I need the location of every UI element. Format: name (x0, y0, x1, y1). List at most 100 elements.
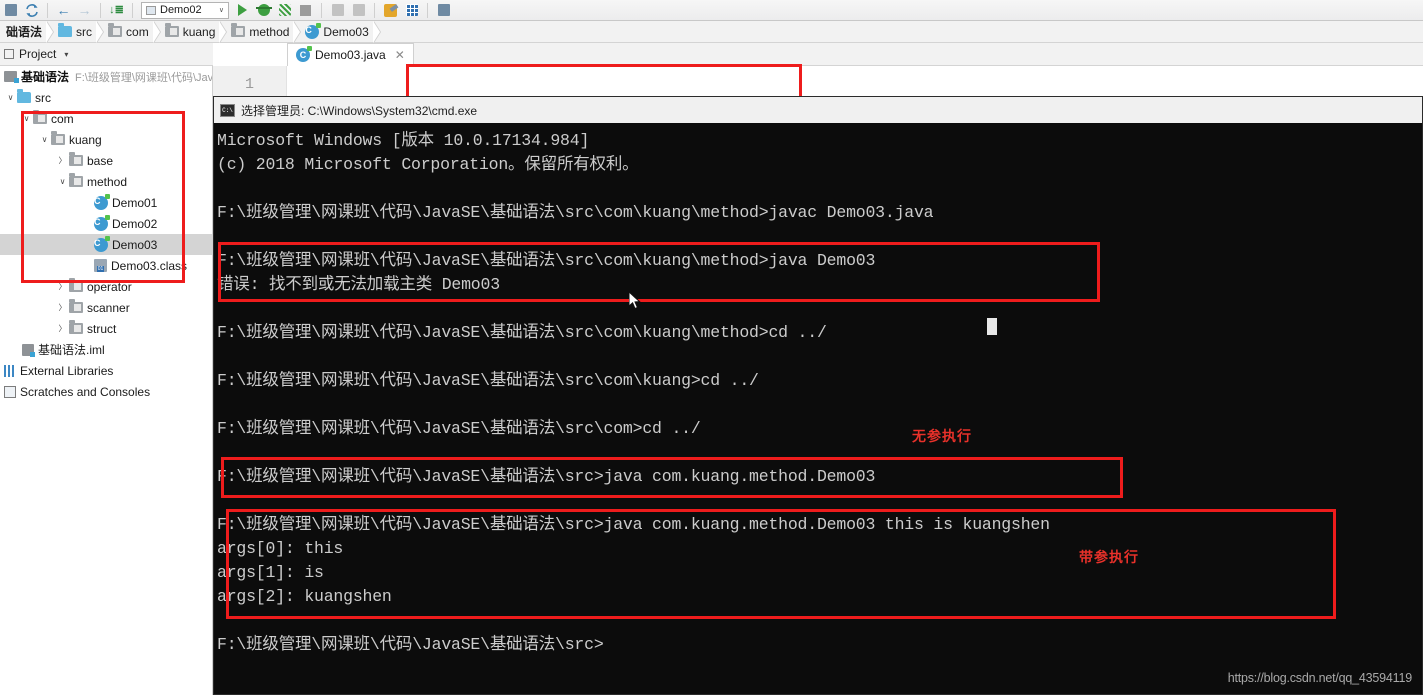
module-icon (4, 71, 19, 83)
breadcrumb-item-demo03[interactable]: C Demo03 (293, 20, 382, 43)
cmd-output[interactable]: Microsoft Windows [版本 10.0.17134.984] (c… (214, 123, 1422, 695)
wrench-icon[interactable] (380, 1, 401, 20)
library-icon (4, 364, 16, 377)
tree-row-method[interactable]: ∨ method (0, 171, 212, 192)
tree-row-external-libraries[interactable]: External Libraries (0, 360, 212, 381)
run-configuration-selector[interactable]: Demo02 ∨ (141, 1, 229, 19)
class-icon: C (305, 22, 322, 39)
tree-item-path: F:\班级管理\网课班\代码\JavaSE\基础语 (75, 71, 213, 84)
chevron-down-icon[interactable]: ∨ (4, 93, 17, 102)
cmd-line: Microsoft Windows [版本 10.0.17134.984] (217, 131, 590, 150)
cmd-line: (c) 2018 Microsoft Corporation。保留所有权利。 (217, 155, 639, 174)
config-icon (146, 5, 156, 15)
chevron-right-icon[interactable]: 〉 (56, 155, 69, 166)
tree-item-label: operator (87, 279, 132, 294)
tree-row-kuang[interactable]: ∨ kuang (0, 129, 212, 150)
tree-row-scratches[interactable]: Scratches and Consoles (0, 381, 212, 402)
breadcrumb-label: method (249, 24, 290, 39)
stop-icon (295, 1, 316, 20)
tree-item-label: 基础语法.iml (38, 343, 105, 357)
folder-icon (69, 320, 83, 334)
cmd-line-blank (215, 225, 1422, 249)
command-prompt-window[interactable]: C:\ 选择管理员: C:\Windows\System32\cmd.exe M… (213, 96, 1423, 695)
run-configuration-label: Demo02 (160, 4, 202, 16)
coverage-icon[interactable] (274, 1, 295, 20)
breadcrumb-item-method[interactable]: method (219, 20, 302, 43)
folder-icon (69, 278, 83, 292)
cmd-line-blank (215, 297, 1422, 321)
chevron-down-icon[interactable]: ∨ (38, 135, 51, 144)
breadcrumb-label: 础语法 (6, 25, 43, 39)
cmd-title-bar: C:\ 选择管理员: C:\Windows\System32\cmd.exe (214, 97, 1422, 123)
breadcrumb-item-project[interactable]: 础语法 (0, 20, 55, 43)
debug-icon[interactable] (253, 1, 274, 20)
cmd-line: 错误: 找不到或无法加载主类 Demo03 (217, 275, 500, 294)
cmd-title-text: 选择管理员: C:\Windows\System32\cmd.exe (241, 103, 478, 118)
tree-item-label: scanner (87, 300, 130, 315)
close-icon[interactable]: ✕ (395, 48, 405, 62)
iml-file-icon (22, 343, 35, 357)
cmd-line-blank (215, 177, 1422, 201)
chevron-right-icon[interactable]: 〉 (56, 281, 69, 292)
cmd-line: F:\班级管理\网课班\代码\JavaSE\基础语法\src> (217, 635, 604, 654)
grid-icon[interactable] (401, 1, 422, 20)
cmd-line-blank (215, 609, 1422, 633)
chevron-down-icon[interactable]: ∨ (20, 114, 33, 123)
tree-item-label: base (87, 153, 114, 168)
tree-item-label: Scratches and Consoles (20, 384, 151, 399)
breadcrumb-label: src (76, 24, 93, 39)
save-all-icon[interactable] (0, 1, 21, 20)
cmd-line: args[0]: this (217, 539, 344, 558)
sync-icon[interactable] (21, 1, 42, 20)
tab-demo03-java[interactable]: C Demo03.java ✕ (287, 43, 414, 67)
folder-icon (69, 173, 83, 187)
cmd-line: F:\班级管理\网课班\代码\JavaSE\基础语法\src\com\kuang… (217, 203, 934, 222)
class-icon: C (296, 46, 312, 62)
chevron-right-icon[interactable]: 〉 (56, 323, 69, 334)
chevron-down-icon: ∨ (218, 7, 224, 14)
tree-row-project-root[interactable]: 基础语法 F:\班级管理\网课班\代码\JavaSE\基础语 (0, 66, 212, 87)
breadcrumb-item-kuang[interactable]: kuang (153, 20, 228, 43)
cmd-line: args[1]: is (217, 563, 324, 582)
annotation-label-with-args: 带参执行 (1079, 549, 1139, 565)
folder-icon (231, 23, 246, 37)
save-icon[interactable] (433, 1, 454, 20)
chevron-down-icon[interactable]: ∨ (56, 177, 69, 186)
tree-item-label: 基础语法 (21, 70, 70, 84)
run-icon[interactable] (232, 1, 253, 20)
project-panel-title: Project (19, 47, 57, 61)
project-panel-header[interactable]: Project ▾ (0, 43, 213, 66)
forward-arrow-icon[interactable]: → (74, 1, 95, 20)
folder-icon (108, 23, 123, 37)
text-cursor-block (987, 318, 997, 335)
breadcrumb-label: com (126, 24, 149, 39)
cmd-line-blank (215, 345, 1422, 369)
tree-row-iml[interactable]: 基础语法.iml (0, 339, 212, 360)
class-icon: C (94, 193, 110, 210)
folder-icon (69, 299, 83, 313)
cmd-line-blank (215, 441, 1422, 465)
sort-icon[interactable]: ↓≣ (106, 1, 127, 20)
tree-row-src[interactable]: ∨ src (0, 87, 212, 108)
project-tree[interactable]: 基础语法 F:\班级管理\网课班\代码\JavaSE\基础语 ∨ src ∨ c… (0, 66, 213, 695)
back-arrow-icon[interactable]: ← (53, 1, 74, 20)
tree-row-scanner[interactable]: 〉 scanner (0, 297, 212, 318)
tree-row-demo03[interactable]: C Demo03 (0, 234, 212, 255)
tree-row-base[interactable]: 〉 base (0, 150, 212, 171)
tree-row-operator[interactable]: 〉 operator (0, 276, 212, 297)
cmd-line: F:\班级管理\网课班\代码\JavaSE\基础语法\src\com\kuang… (217, 323, 827, 342)
breadcrumb-item-com[interactable]: com (96, 20, 161, 43)
layout-icon (327, 1, 348, 20)
tree-row-demo01[interactable]: C Demo01 (0, 192, 212, 213)
chevron-down-icon[interactable]: ▾ (64, 50, 68, 59)
folder-icon (51, 131, 65, 145)
chevron-right-icon[interactable]: 〉 (56, 302, 69, 313)
cmd-line: F:\班级管理\网课班\代码\JavaSE\基础语法\src\com>cd ..… (217, 419, 701, 438)
tree-row-struct[interactable]: 〉 struct (0, 318, 212, 339)
tree-item-label: Demo02 (112, 216, 158, 231)
tree-row-com[interactable]: ∨ com (0, 108, 212, 129)
tree-row-demo02[interactable]: C Demo02 (0, 213, 212, 234)
folder-icon (164, 23, 179, 37)
cmd-line: F:\班级管理\网课班\代码\JavaSE\基础语法\src>java com.… (217, 467, 876, 486)
tree-row-demo03-class[interactable]: Demo03.class (0, 255, 212, 276)
